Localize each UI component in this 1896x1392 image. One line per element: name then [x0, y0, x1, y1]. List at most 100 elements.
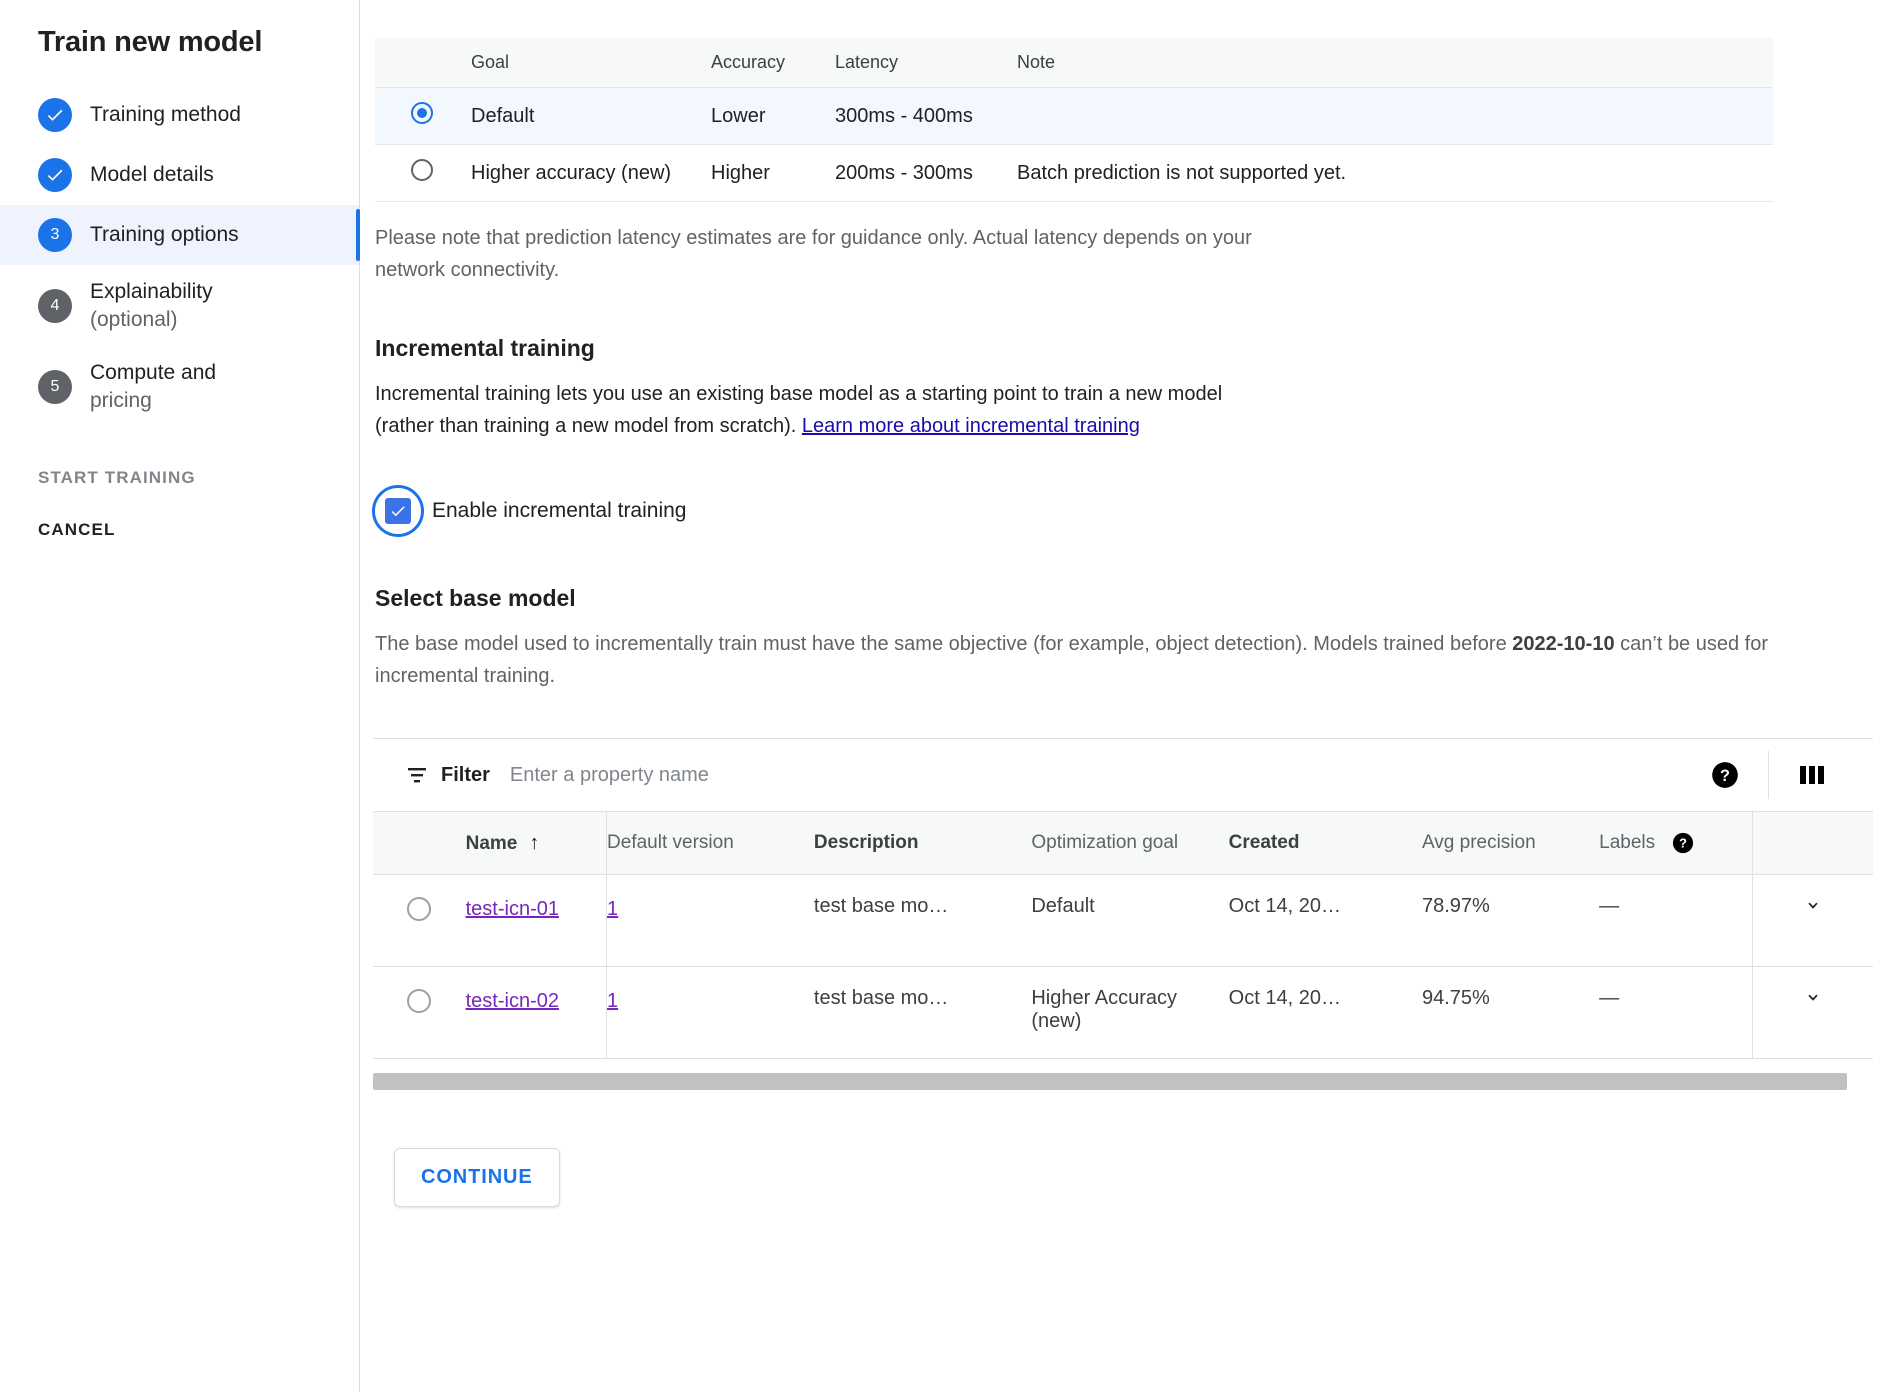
- chevron-down-icon: [1798, 987, 1828, 1009]
- sidebar-item-label: Training options: [90, 221, 239, 249]
- goal-header-latency: Latency: [835, 38, 1017, 88]
- model-cell-name[interactable]: test-icn-02: [466, 966, 607, 1058]
- model-row-radio[interactable]: [373, 874, 466, 966]
- goal-cell-accuracy: Higher: [711, 145, 835, 202]
- check-icon: [38, 98, 72, 132]
- table-row[interactable]: Higher accuracy (new) Higher 200ms - 300…: [375, 145, 1773, 202]
- goal-cell-latency: 300ms - 400ms: [835, 88, 1017, 145]
- models-header-optimization-goal[interactable]: Optimization goal: [1031, 812, 1228, 874]
- goal-cell-goal: Default: [471, 88, 711, 145]
- enable-incremental-training-label: Enable incremental training: [432, 499, 686, 523]
- models-header-labels[interactable]: Labels ?: [1599, 812, 1752, 874]
- model-row-radio[interactable]: [373, 966, 466, 1058]
- scroll-gap: [360, 1059, 1896, 1073]
- model-cell-default-version[interactable]: 1: [607, 966, 814, 1058]
- sidebar-item-label-sub: (optional): [90, 306, 213, 334]
- models-header-default-version[interactable]: Default version: [607, 812, 814, 874]
- radio-icon: [407, 989, 431, 1013]
- table-header-row: Name ↑ Default version Description Optimi…: [373, 812, 1873, 874]
- radio-icon: [411, 102, 433, 124]
- svg-text:?: ?: [1679, 836, 1687, 851]
- cancel-button[interactable]: CANCEL: [0, 504, 359, 556]
- model-version-link[interactable]: 1: [607, 898, 618, 920]
- select-base-model-heading: Select base model: [375, 585, 1896, 612]
- goal-header-accuracy: Accuracy: [711, 38, 835, 88]
- goal-header-note: Note: [1017, 38, 1773, 88]
- sidebar-item-compute-and-pricing[interactable]: 5 Compute and pricing: [0, 346, 359, 427]
- latency-note: Please note that prediction latency esti…: [375, 222, 1255, 287]
- goal-radio-default[interactable]: [375, 88, 471, 145]
- goal-cell-note: Batch prediction is not supported yet.: [1017, 145, 1773, 202]
- sidebar-item-label: Training method: [90, 101, 241, 129]
- model-cell-created: Oct 14, 20…: [1229, 966, 1422, 1058]
- sidebar-item-training-options[interactable]: 3 Training options: [0, 205, 359, 265]
- goal-cell-latency: 200ms - 300ms: [835, 145, 1017, 202]
- step-number-badge: 4: [38, 289, 72, 323]
- learn-more-link[interactable]: Learn more about incremental training: [802, 415, 1140, 437]
- sidebar-item-label: Compute and pricing: [90, 359, 216, 414]
- sidebar-item-model-details[interactable]: Model details: [0, 145, 359, 205]
- model-cell-description: test base mo…: [814, 966, 1031, 1058]
- sort-ascending-icon: ↑: [529, 832, 539, 854]
- filter-input[interactable]: [510, 764, 1030, 787]
- checkbox-icon[interactable]: [385, 498, 411, 524]
- sidebar-spacer: [0, 428, 359, 452]
- models-header-description[interactable]: Description: [814, 812, 1031, 874]
- models-header-name-label: Name: [466, 833, 518, 854]
- goal-header-goal: Goal: [471, 38, 711, 88]
- filter-icon: [405, 763, 429, 787]
- model-cell-avg-precision: 94.75%: [1422, 966, 1599, 1058]
- model-cell-default-version[interactable]: 1: [607, 874, 814, 966]
- model-name-link[interactable]: test-icn-01: [466, 898, 559, 920]
- model-cell-description: test base mo…: [814, 874, 1031, 966]
- base-model-table-card: Filter ?: [373, 738, 1873, 1059]
- continue-button[interactable]: CONTINUE: [394, 1148, 560, 1207]
- table-header-row: Goal Accuracy Latency Note: [375, 38, 1773, 88]
- enable-incremental-training-row[interactable]: Enable incremental training: [372, 485, 1896, 537]
- models-header-name[interactable]: Name ↑: [466, 812, 607, 874]
- svg-text:?: ?: [1720, 767, 1730, 785]
- model-version-link[interactable]: 1: [607, 990, 618, 1012]
- train-new-model-page: Train new model Training method Model de…: [0, 0, 1896, 1392]
- base-model-desc-pre: The base model used to incrementally tra…: [375, 633, 1512, 655]
- model-cell-optimization-goal: Default: [1031, 874, 1228, 966]
- page-title: Train new model: [0, 26, 359, 59]
- filter-label: Filter: [441, 764, 490, 787]
- radio-icon: [411, 159, 433, 181]
- base-models-table: Name ↑ Default version Description Optimi…: [373, 812, 1873, 1059]
- sidebar-item-training-method[interactable]: Training method: [0, 85, 359, 145]
- models-header-labels-label: Labels: [1599, 832, 1655, 853]
- sidebar-item-label-main: Compute and: [90, 361, 216, 384]
- goal-radio-higher-accuracy[interactable]: [375, 145, 471, 202]
- select-base-model-description: The base model used to incrementally tra…: [375, 628, 1865, 693]
- model-cell-labels: —: [1599, 966, 1752, 1058]
- goal-cell-note: [1017, 88, 1773, 145]
- model-cell-avg-precision: 78.97%: [1422, 874, 1599, 966]
- wizard-sidebar: Train new model Training method Model de…: [0, 0, 360, 1392]
- horizontal-scrollbar[interactable]: [373, 1073, 1847, 1090]
- table-row[interactable]: test-icn-02 1 test base mo… Higher Accur…: [373, 966, 1873, 1058]
- main-content: Goal Accuracy Latency Note Default Lower…: [360, 0, 1896, 1392]
- models-header-created[interactable]: Created: [1229, 812, 1422, 874]
- help-icon[interactable]: ?: [1692, 761, 1758, 789]
- radio-icon: [407, 897, 431, 921]
- table-row[interactable]: test-icn-01 1 test base mo… Default Oct …: [373, 874, 1873, 966]
- start-training-button[interactable]: START TRAINING: [0, 452, 359, 504]
- sidebar-item-label: Explainability (optional): [90, 278, 213, 333]
- filter-bar: Filter ?: [373, 738, 1873, 812]
- sidebar-item-label: Model details: [90, 161, 214, 189]
- model-cell-labels: —: [1599, 874, 1752, 966]
- model-cell-name[interactable]: test-icn-01: [466, 874, 607, 966]
- step-number-badge: 5: [38, 370, 72, 404]
- models-header-expand: [1752, 812, 1873, 874]
- sidebar-item-explainability[interactable]: 4 Explainability (optional): [0, 265, 359, 346]
- columns-icon[interactable]: [1779, 762, 1845, 788]
- incremental-training-heading: Incremental training: [375, 335, 1896, 362]
- model-cell-created: Oct 14, 20…: [1229, 874, 1422, 966]
- table-row[interactable]: Default Lower 300ms - 400ms: [375, 88, 1773, 145]
- model-name-link[interactable]: test-icn-02: [466, 990, 559, 1012]
- labels-help-icon[interactable]: ?: [1672, 832, 1694, 854]
- models-header-avg-precision[interactable]: Avg precision: [1422, 812, 1599, 874]
- model-row-expand-button[interactable]: [1752, 874, 1873, 966]
- model-row-expand-button[interactable]: [1752, 966, 1873, 1058]
